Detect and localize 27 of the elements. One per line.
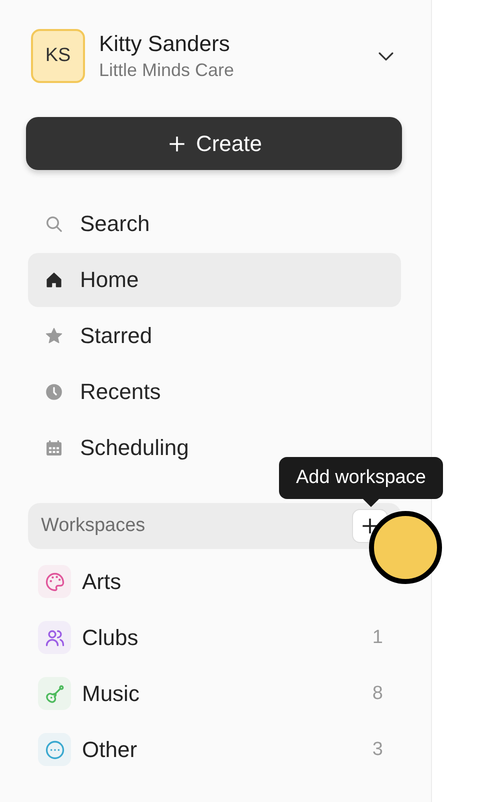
workspace-name: Clubs <box>82 624 140 650</box>
item-count: 1 <box>372 626 383 648</box>
clock-icon <box>44 382 64 402</box>
create-button[interactable]: Create <box>26 117 402 170</box>
home-icon <box>44 270 64 290</box>
account-name: Kitty Sanders <box>99 30 231 58</box>
nav-item[interactable]: Recents <box>28 365 401 419</box>
tooltip: Add workspace <box>279 457 443 499</box>
calendar-icon <box>44 438 64 458</box>
nav-item[interactable]: Home <box>28 253 401 307</box>
workspace-item[interactable]: Other 3 <box>28 733 401 766</box>
nav-item[interactable]: Search <box>28 197 401 251</box>
avatar: KS <box>31 29 85 83</box>
section-title: Workspaces <box>41 515 146 537</box>
workspace-name: Other <box>82 736 138 762</box>
item-count: 8 <box>372 682 383 704</box>
search-icon <box>44 214 64 234</box>
workspace-item[interactable]: Music 8 <box>28 677 401 710</box>
star-icon <box>44 326 64 346</box>
workspace-item[interactable]: Arts <box>28 565 140 598</box>
workspace-item[interactable]: Clubs 1 <box>28 621 401 654</box>
tooltip-pointer <box>363 499 379 507</box>
nav-item[interactable]: Starred <box>28 309 401 363</box>
item-count: 3 <box>372 738 383 760</box>
workspace-name: Arts <box>82 568 122 594</box>
workspace-name: Music <box>82 680 140 706</box>
organization-name: Little Minds Care <box>99 59 236 82</box>
